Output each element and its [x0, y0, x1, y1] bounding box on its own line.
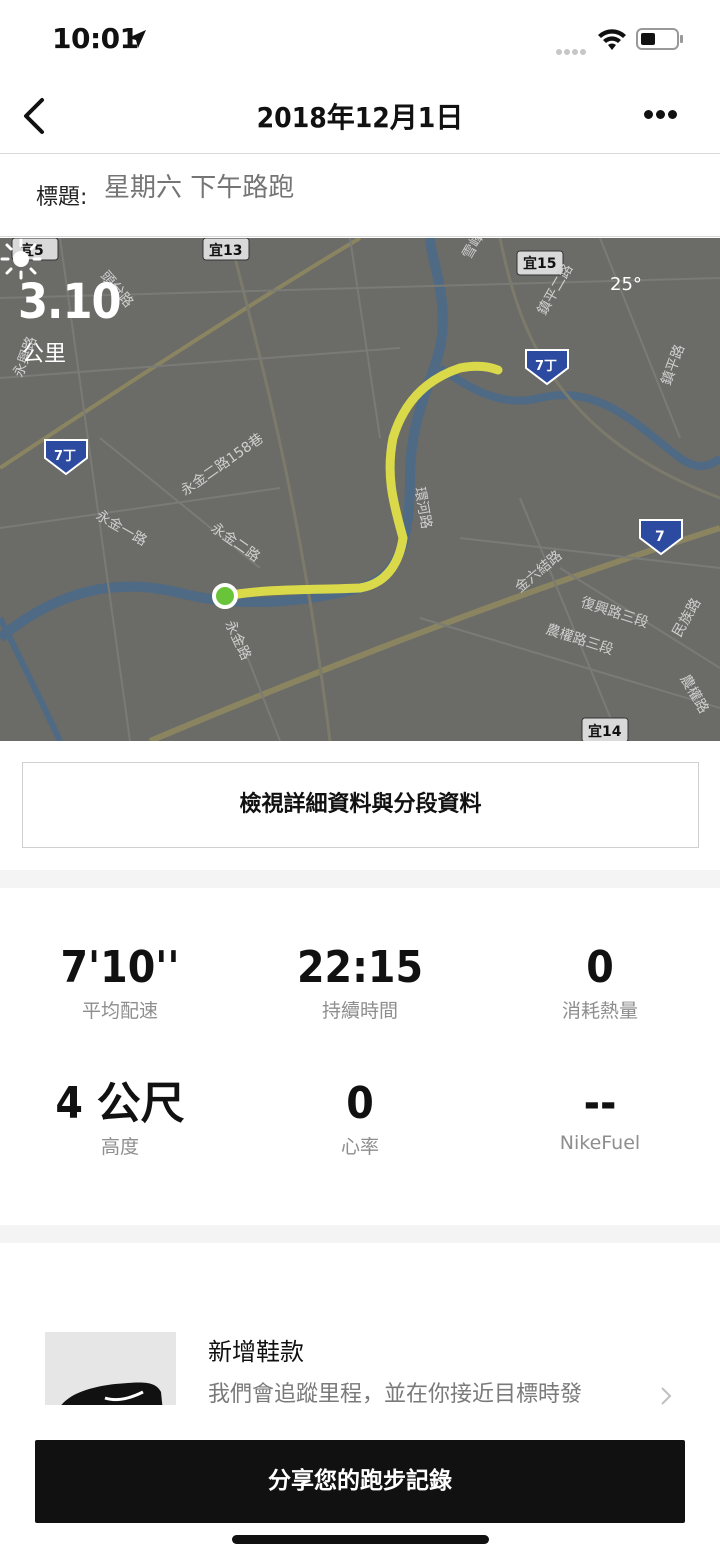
add-shoe-title[interactable]: 新增鞋款: [208, 1332, 304, 1367]
status-bar: 10:01: [0, 0, 720, 80]
share-run-button[interactable]: 分享您的跑步記錄: [35, 1440, 685, 1523]
add-shoe-description: 我們會追蹤里程，並在你接近目標時發: [208, 1382, 583, 1407]
stat-label: 心率: [340, 1136, 379, 1158]
svg-text:7丁: 7丁: [54, 449, 76, 464]
route-map[interactable]: 宜5 宜13 宜15 宜14 7丁 7丁 7 頭分路 永興路 永金二路158巷 …: [0, 238, 720, 741]
svg-text:民族路: 民族路: [670, 596, 705, 640]
stat-heart-rate: 0 心率: [240, 1078, 480, 1159]
section-divider: [0, 1225, 720, 1243]
stat-label: 高度: [100, 1136, 139, 1158]
wifi-icon: [598, 29, 626, 50]
stat-label: 消耗熱量: [561, 1000, 638, 1022]
stat-value: --: [583, 1078, 617, 1129]
section-divider: [0, 870, 720, 888]
stat-label: 持續時間: [321, 1000, 398, 1022]
route-start-marker: [212, 583, 238, 609]
stat-avg-pace: 7'10'' 平均配速: [0, 942, 240, 1023]
svg-text:宜14: 宜14: [588, 723, 622, 740]
home-indicator: [232, 1535, 489, 1544]
svg-text:宜15: 宜15: [523, 255, 556, 272]
cellular-signal-icon: [556, 40, 592, 55]
stat-calories: 0 消耗熱量: [480, 942, 720, 1023]
svg-text:宜13: 宜13: [209, 242, 242, 259]
svg-text:7: 7: [655, 529, 665, 545]
stat-label: 平均配速: [81, 1000, 158, 1022]
temperature: 25°: [610, 274, 642, 295]
nav-bar: 2018年12月1日: [0, 80, 720, 154]
svg-text:農權路: 農權路: [677, 672, 712, 716]
svg-text:7丁: 7丁: [535, 359, 557, 374]
sun-icon: [0, 238, 42, 280]
run-title-input[interactable]: [104, 173, 664, 203]
title-label: 標題:: [36, 185, 88, 210]
stat-label: NikeFuel: [559, 1132, 641, 1154]
title-row: 標題:: [0, 155, 720, 237]
svg-text:永金二路: 永金二路: [208, 520, 263, 565]
shoe-thumbnail[interactable]: [45, 1332, 176, 1412]
location-arrow-icon: [128, 30, 146, 48]
svg-text:永金二路158巷: 永金二路158巷: [178, 431, 266, 500]
svg-text:鎮平路: 鎮平路: [659, 342, 688, 387]
svg-text:復興路三段: 復興路三段: [579, 594, 651, 632]
stat-value: 4 公尺: [55, 1078, 185, 1129]
page-title: 2018年12月1日: [256, 101, 464, 134]
view-details-button[interactable]: 檢視詳細資料與分段資料: [22, 762, 699, 848]
stat-value: 0: [346, 1078, 374, 1129]
svg-text:雪峰路: 雪峰路: [460, 238, 495, 262]
more-options-icon[interactable]: [644, 104, 684, 124]
stat-value: 0: [586, 942, 614, 993]
stat-duration: 22:15 持續時間: [240, 942, 480, 1023]
distance-unit: 公里: [22, 342, 67, 367]
stat-value: 22:15: [296, 942, 423, 993]
shoe-icon: [57, 1382, 163, 1412]
battery-icon: [636, 28, 683, 50]
stat-nikefuel: -- NikeFuel: [480, 1078, 720, 1154]
distance-value: 3.10: [18, 274, 122, 330]
stat-value: 7'10'': [60, 942, 180, 993]
svg-text:農權路三段: 農權路三段: [544, 622, 616, 659]
svg-text:環河路: 環河路: [411, 486, 434, 530]
svg-text:永金路: 永金路: [221, 618, 253, 663]
stat-elevation: 4 公尺 高度: [0, 1078, 240, 1159]
